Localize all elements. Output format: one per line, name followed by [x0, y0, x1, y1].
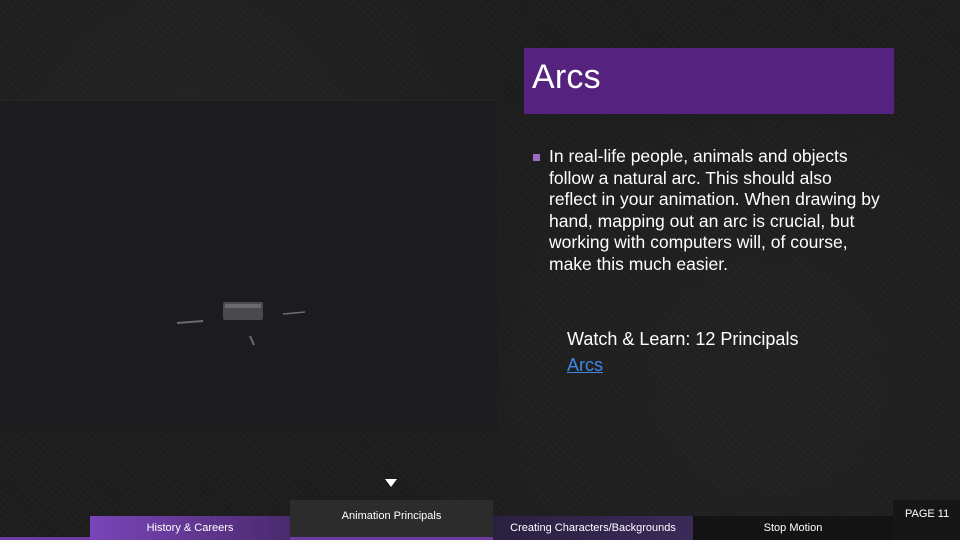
bullet-text: In real-life people, animals and objects… [549, 146, 880, 274]
current-section-indicator-icon [385, 479, 397, 487]
page-number: PAGE 11 [905, 508, 950, 520]
nav-history-careers[interactable]: History & Careers [90, 516, 290, 540]
nav-stop-motion-label: Stop Motion [763, 522, 823, 534]
video-player[interactable] [0, 100, 497, 431]
slide-title: Arcs [532, 58, 601, 96]
video-object-box-top [225, 304, 261, 308]
video-frame-graphic [176, 302, 306, 346]
watch-learn-label: Watch & Learn: 12 Principals [567, 329, 799, 349]
nav-creating-characters[interactable]: Creating Characters/Backgrounds [493, 516, 693, 540]
nav-animation-principals-label: Animation Principals [341, 510, 442, 522]
nav-stop-motion[interactable]: Stop Motion [693, 516, 893, 540]
bullet-square-icon [533, 154, 540, 161]
bullet-point: In real-life people, animals and objects… [533, 146, 883, 276]
video-object-small-stick [249, 335, 255, 346]
nav-history-careers-label: History & Careers [146, 522, 234, 534]
nav-animation-principals[interactable]: Animation Principals [290, 500, 493, 537]
nav-creating-characters-label: Creating Characters/Backgrounds [510, 522, 676, 534]
arcs-video-link[interactable]: Arcs [567, 355, 603, 376]
video-object-right-stick [282, 311, 306, 315]
page-number-box [893, 500, 960, 540]
video-object-left-stick [176, 320, 204, 324]
